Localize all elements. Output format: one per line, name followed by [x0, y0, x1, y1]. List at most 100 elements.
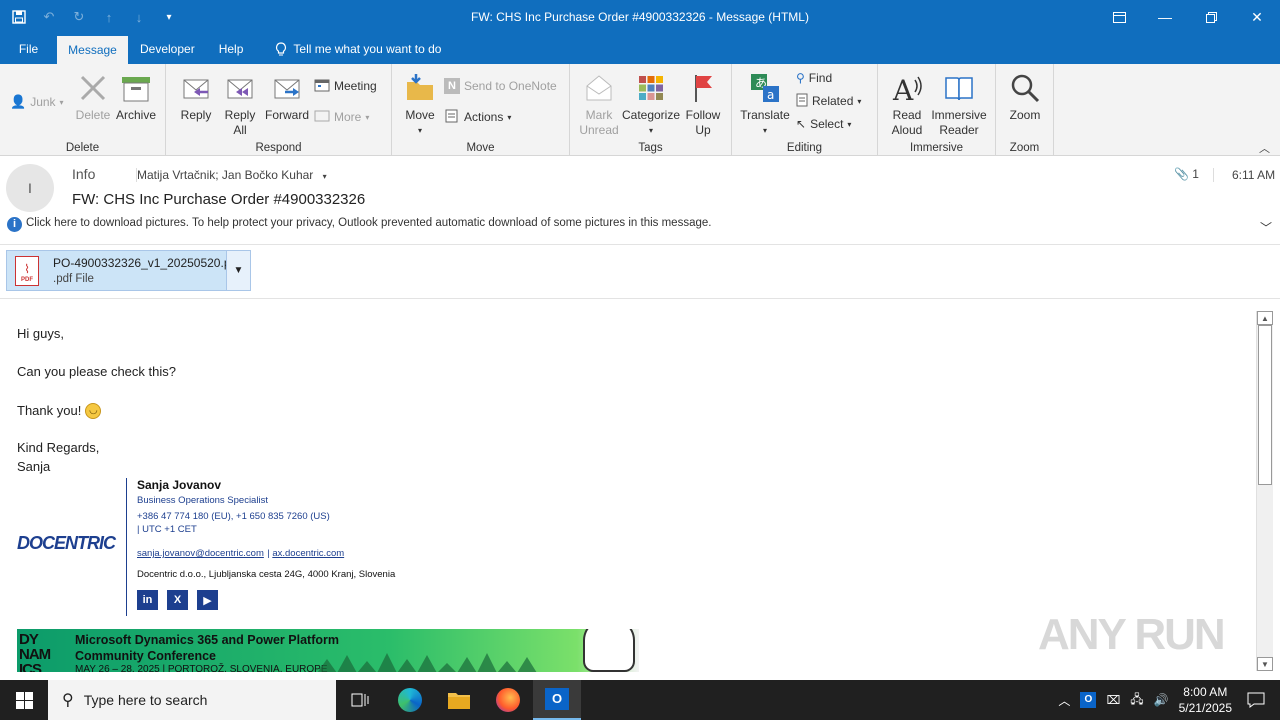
signoff-name: Sanja [17, 459, 51, 474]
outlook-taskbar-icon[interactable]: O [533, 680, 581, 720]
attachment-tile[interactable]: ⌇ PDF PO-4900332326_v1_20250520.pdf .pdf… [6, 250, 251, 291]
tell-me-box[interactable]: Tell me what you want to do [263, 34, 453, 64]
collapse-ribbon-icon[interactable]: ︿ [1259, 140, 1270, 156]
zoom-button[interactable]: Zoom [1004, 70, 1046, 123]
more-respond-button[interactable]: More ▾ [314, 107, 369, 127]
editing-group-label: Editing [786, 142, 823, 154]
search-icon: ⚲ [62, 692, 74, 709]
usb-icon[interactable]: ⌧ [1106, 693, 1120, 707]
signature-email-link[interactable]: sanja.jovanov@docentric.com [137, 548, 264, 559]
network-icon[interactable]: 🖧 [1130, 690, 1143, 711]
ribbon-display-icon[interactable] [1096, 0, 1142, 34]
recipients[interactable]: Matija Vrtačnik; Jan Bočko Kuhar ▾ [136, 168, 327, 182]
junk-button[interactable]: 👤 Junk ▾ [10, 92, 64, 112]
immersive-group-label: Immersive [909, 142, 964, 154]
meeting-button[interactable]: Meeting [314, 76, 377, 96]
sender-name[interactable]: Info [72, 166, 95, 182]
forward-button[interactable]: Forward [264, 70, 310, 123]
firefox-icon[interactable] [484, 680, 532, 720]
read-aloud-button[interactable]: A Read Aloud [886, 70, 928, 138]
read-aloud-icon: A [889, 70, 925, 106]
flag-icon [685, 70, 721, 106]
recipients-dropdown-icon[interactable]: ▾ [323, 172, 327, 181]
x-twitter-icon[interactable]: X [167, 590, 188, 610]
clock-date: 5/21/2025 [1178, 701, 1232, 715]
clock-time: 8:00 AM [1183, 685, 1228, 699]
start-button[interactable] [0, 680, 48, 720]
onenote-icon: N [444, 78, 460, 94]
move-folder-icon [402, 70, 438, 106]
signature-address: Docentric d.o.o., Ljubljanska cesta 24G,… [137, 569, 396, 580]
reply-button[interactable]: Reply [176, 70, 216, 123]
editing-group: あa Translate ▾ ⚲ Find Related ▾ ↖ Select ▾ … [732, 64, 878, 156]
signature-phone: +386 47 774 180 (EU), +1 650 835 7260 (U… [137, 511, 330, 522]
mark-unread-button[interactable]: Mark Unread [578, 70, 620, 138]
svg-text:A: A [892, 74, 914, 104]
immersive-reader-button[interactable]: Immersive Reader [930, 70, 988, 138]
scroll-down-button[interactable]: ▼ [1257, 657, 1273, 671]
zoom-icon [1007, 70, 1043, 106]
info-icon: i [7, 217, 22, 232]
tab-message[interactable]: Message [57, 36, 128, 64]
received-time: 6:11 AM [1213, 168, 1275, 182]
categorize-icon [633, 70, 669, 106]
avatar: I [6, 164, 54, 212]
junk-icon: 👤 [10, 94, 27, 109]
promo-line-1: Microsoft Dynamics 365 and Power Platfor… [75, 633, 339, 647]
tab-developer[interactable]: Developer [128, 34, 207, 64]
attachment-dropdown-icon[interactable]: ▼ [226, 251, 250, 290]
tab-file[interactable]: File [0, 34, 57, 64]
show-hidden-icons[interactable]: ︿ [1058, 692, 1070, 709]
attachment-indicator: 📎 1 [1174, 167, 1199, 181]
categorize-button[interactable]: Categorize ▾ [622, 70, 680, 138]
respond-group: Reply Reply All Forward Meeting More ▾ Re… [166, 64, 392, 156]
reply-all-button[interactable]: Reply All [220, 70, 260, 138]
signature-web-link[interactable]: ax.docentric.com [272, 548, 344, 559]
signature-role: Business Operations Specialist [137, 495, 268, 506]
linkedin-icon[interactable]: in [137, 590, 158, 610]
volume-icon[interactable]: 🔊 [1154, 693, 1169, 707]
related-icon [796, 93, 808, 110]
zoom-group: Zoom Zoom [996, 64, 1054, 156]
archive-icon [118, 70, 154, 106]
notification-center-icon[interactable] [1232, 680, 1280, 720]
message-scrollbar[interactable]: ▲ ▼ [1256, 311, 1273, 671]
archive-button[interactable]: Archive [114, 70, 158, 123]
chevron-down-icon[interactable]: ﹀ [1260, 219, 1272, 236]
scroll-thumb[interactable] [1258, 325, 1272, 485]
tags-group-label: Tags [638, 142, 663, 154]
delete-button[interactable]: Delete [74, 70, 112, 123]
edge-icon[interactable] [386, 680, 434, 720]
cursor-icon: ↖ [796, 117, 807, 131]
related-button[interactable]: Related ▾ [796, 91, 861, 111]
outlook-tray-icon[interactable]: O [1080, 692, 1097, 708]
anyrun-watermark: ANY RUN [1038, 610, 1226, 659]
task-view-icon[interactable] [336, 680, 384, 720]
youtube-icon[interactable]: ▶ [197, 590, 218, 610]
minimize-button[interactable]: — [1142, 0, 1188, 34]
scroll-up-button[interactable]: ▲ [1257, 311, 1273, 325]
taskbar: ⚲ Type here to search O ︿ O ⌧ 🖧 🔊 8:00 A… [0, 680, 1280, 720]
send-to-onenote-button[interactable]: N Send to OneNote [444, 76, 557, 96]
clock[interactable]: 8:00 AM 5/21/2025 [1179, 684, 1232, 716]
taskbar-search-box[interactable]: ⚲ Type here to search [48, 680, 336, 720]
tab-help[interactable]: Help [207, 34, 256, 64]
translate-button[interactable]: あa Translate ▾ [740, 70, 790, 138]
actions-button[interactable]: Actions ▾ [444, 107, 511, 127]
delete-group-label: Delete [65, 142, 100, 154]
follow-up-button[interactable]: Follow Up [682, 70, 724, 138]
download-pictures-banner[interactable]: i Click here to download pictures. To he… [0, 215, 1280, 245]
respond-group-label: Respond [255, 142, 302, 154]
move-button[interactable]: Move ▾ [402, 70, 438, 138]
conference-banner[interactable]: DY NAM ICS Microsoft Dynamics 365 and Po… [17, 629, 639, 672]
close-button[interactable]: ✕ [1234, 0, 1280, 34]
paperclip-icon: 📎 [1174, 167, 1189, 181]
translate-icon: あa [747, 70, 783, 106]
find-button[interactable]: ⚲ Find [796, 68, 832, 88]
more-icon [314, 109, 330, 126]
restore-button[interactable] [1188, 0, 1234, 34]
signature-name: Sanja Jovanov [137, 478, 222, 492]
file-explorer-icon[interactable] [435, 680, 483, 720]
select-button[interactable]: ↖ Select ▾ [796, 114, 851, 134]
closing: Kind Regards, [17, 440, 100, 455]
